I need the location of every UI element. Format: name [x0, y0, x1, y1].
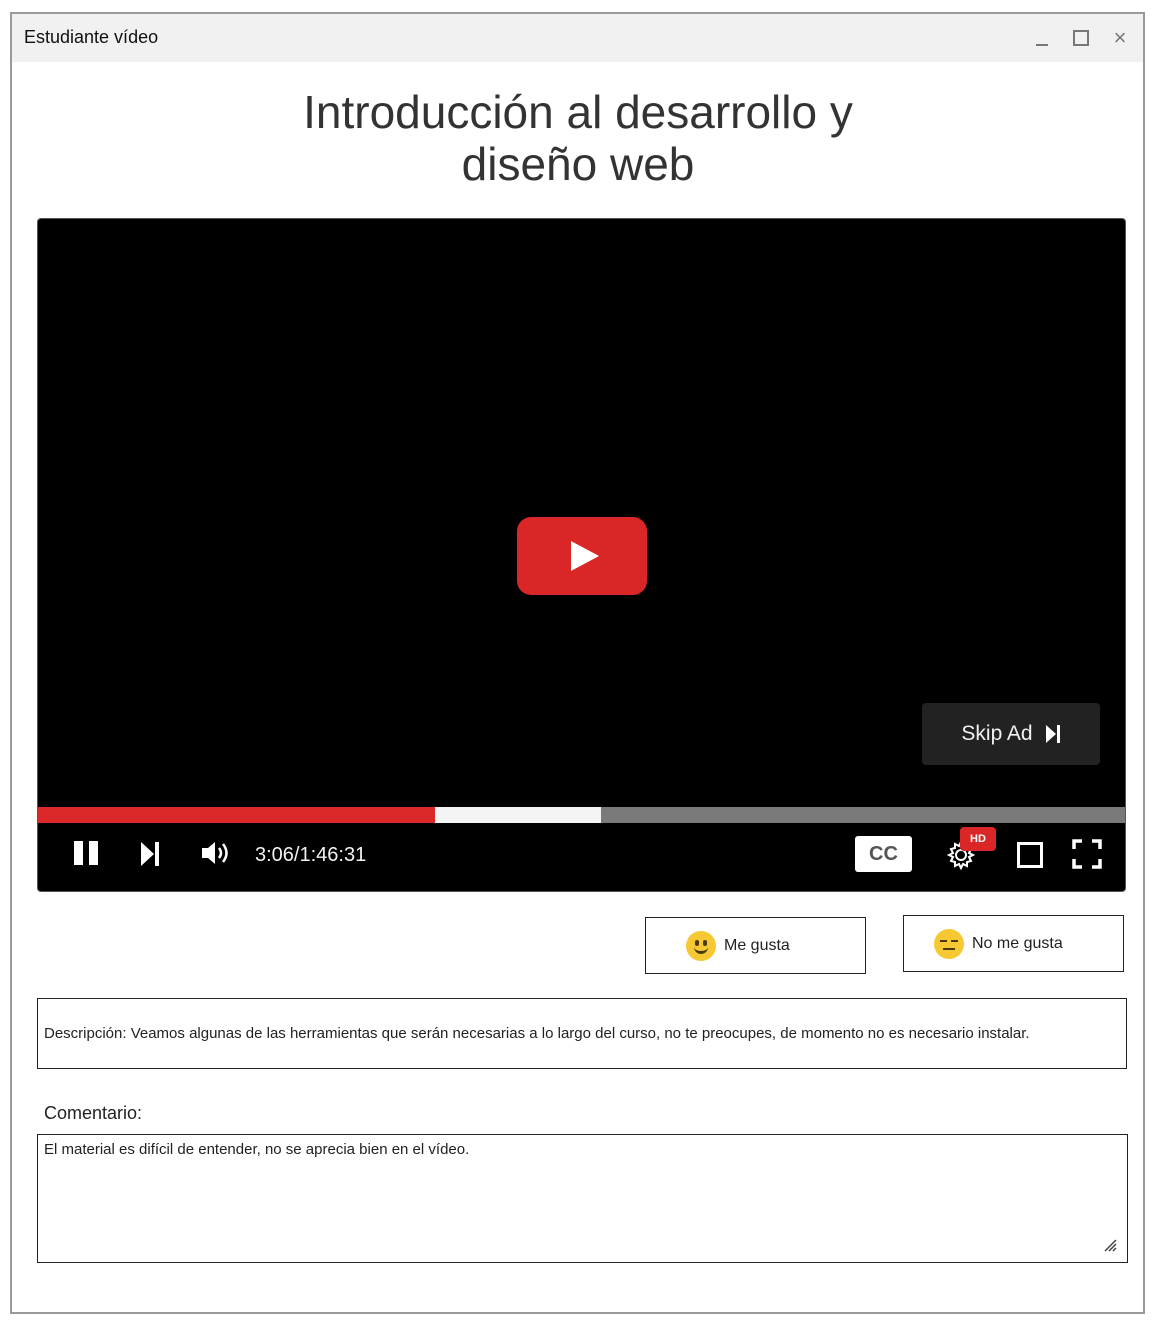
- close-button[interactable]: ×: [1106, 24, 1134, 52]
- pause-icon: [74, 841, 83, 865]
- progress-bar[interactable]: [38, 807, 1125, 823]
- play-button[interactable]: [517, 517, 647, 595]
- maximize-icon: [1073, 30, 1089, 46]
- comment-label: Comentario:: [44, 1103, 143, 1123]
- emoji-mouth: [943, 947, 955, 950]
- like-label: Me gusta: [724, 936, 790, 954]
- video-player[interactable]: Skip Ad 3:06/1:46:31 CC HD: [37, 218, 1126, 892]
- skip-ad-label: Skip Ad: [961, 722, 1033, 745]
- skip-icon: [1045, 725, 1060, 743]
- fullscreen-button[interactable]: [1072, 839, 1102, 874]
- hd-badge: HD: [960, 827, 996, 851]
- title-bar: Estudiante vídeo ×: [12, 14, 1143, 62]
- window-title: Estudiante vídeo: [24, 27, 159, 47]
- emoji-eye: [695, 939, 699, 946]
- captions-button[interactable]: CC: [855, 836, 912, 872]
- description-text: Descripción: Veamos algunas de las herra…: [44, 1025, 1030, 1042]
- minimize-icon: [1036, 44, 1048, 46]
- emoji-eye: [951, 939, 958, 942]
- comment-text: El material es difícil de entender, no s…: [44, 1141, 470, 1158]
- emoji-eye: [940, 939, 947, 942]
- resize-handle-icon[interactable]: [1103, 1238, 1117, 1252]
- volume-icon: [202, 842, 228, 864]
- skip-ad-button[interactable]: Skip Ad: [922, 703, 1100, 765]
- emoji-eye: [703, 939, 707, 946]
- progress-played: [38, 807, 436, 823]
- page-title: Introducción al desarrollo y diseño web: [303, 86, 853, 190]
- emoji-mouth: [694, 946, 708, 954]
- theater-mode-button[interactable]: [1017, 842, 1043, 868]
- description-box: Descripción: Veamos algunas de las herra…: [37, 998, 1127, 1069]
- maximize-button[interactable]: [1067, 24, 1095, 52]
- minimize-button[interactable]: [1028, 24, 1056, 52]
- dislike-button[interactable]: No me gusta: [903, 915, 1124, 972]
- play-icon: [571, 541, 599, 571]
- volume-button[interactable]: [200, 839, 230, 872]
- next-icon: [141, 842, 159, 866]
- comment-textarea[interactable]: El material es difícil de entender, no s…: [37, 1134, 1128, 1263]
- neutral-emoji-icon: [934, 928, 964, 959]
- time-display: 3:06/1:46:31: [255, 844, 367, 866]
- like-button[interactable]: Me gusta: [645, 917, 866, 974]
- smile-emoji-icon: [686, 930, 716, 961]
- dislike-label: No me gusta: [972, 934, 1063, 952]
- next-button[interactable]: [140, 841, 160, 872]
- pause-icon-bar: [89, 841, 98, 865]
- fullscreen-icon: [1072, 839, 1102, 869]
- pause-button[interactable]: [74, 841, 100, 867]
